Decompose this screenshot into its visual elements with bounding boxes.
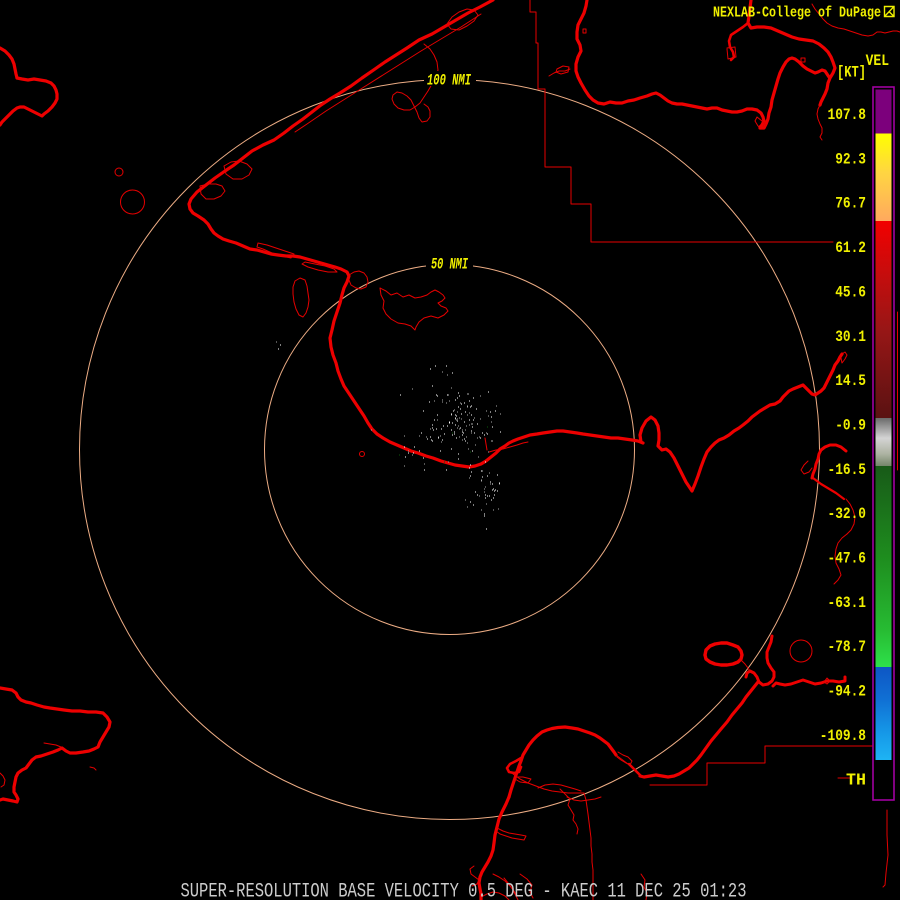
svg-text:107.8: 107.8 (828, 107, 867, 124)
svg-text:76.7: 76.7 (835, 196, 866, 213)
svg-text:TH: TH (846, 770, 866, 790)
svg-text:100 NMI: 100 NMI (427, 72, 471, 90)
svg-text:-0.9: -0.9 (835, 417, 866, 434)
svg-text:VEL: VEL (866, 53, 889, 70)
svg-text:45.6: 45.6 (835, 284, 866, 301)
svg-text:-78.7: -78.7 (828, 639, 867, 656)
svg-text:30.1: 30.1 (835, 329, 866, 346)
svg-text:-109.8: -109.8 (820, 728, 866, 745)
svg-text:14.5: 14.5 (835, 373, 866, 390)
svg-text:SUPER-RESOLUTION BASE VELOCITY: SUPER-RESOLUTION BASE VELOCITY 0.5 DEG -… (181, 881, 747, 900)
svg-text:-16.5: -16.5 (828, 462, 867, 479)
svg-text:50 NMI: 50 NMI (431, 256, 468, 274)
svg-text:-94.2: -94.2 (828, 684, 867, 701)
svg-text:-47.6: -47.6 (828, 551, 867, 568)
svg-text:NEXLAB-College of DuPage: NEXLAB-College of DuPage (713, 5, 881, 22)
svg-text:92.3: 92.3 (835, 151, 866, 168)
svg-text:61.2: 61.2 (835, 240, 866, 257)
svg-text:-32.0: -32.0 (828, 506, 867, 523)
svg-text:-63.1: -63.1 (828, 595, 867, 612)
svg-text:[KT]: [KT] (837, 65, 866, 82)
